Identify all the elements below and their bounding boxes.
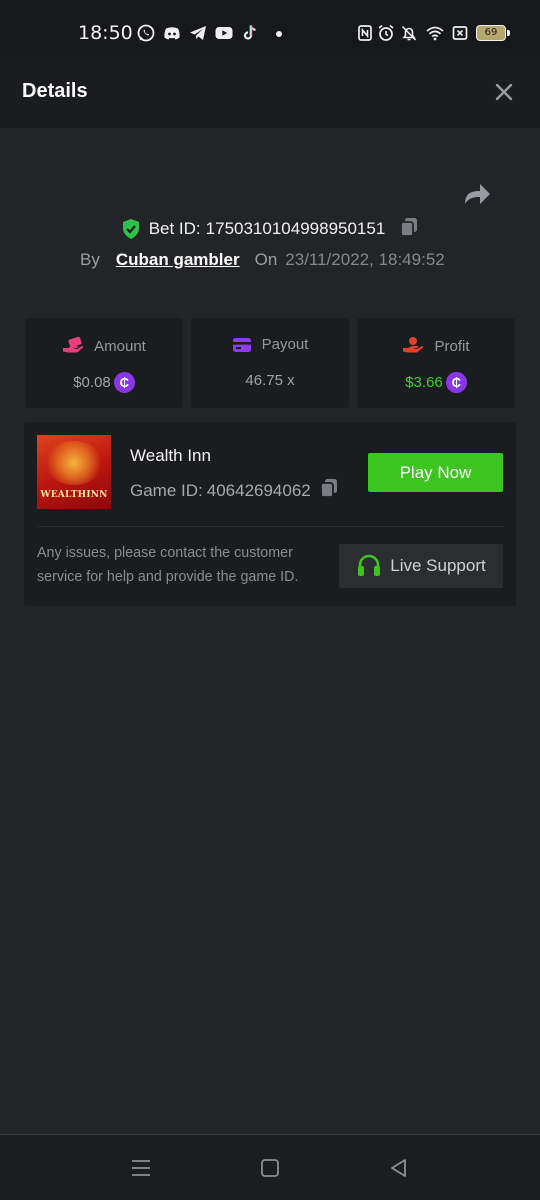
divider bbox=[37, 526, 503, 527]
by-label: By bbox=[80, 250, 100, 269]
hand-coins-icon bbox=[403, 337, 424, 353]
discord-icon bbox=[161, 22, 183, 44]
status-bar: 18:50 69 bbox=[0, 0, 540, 56]
headset-icon bbox=[358, 554, 381, 576]
status-time: 18:50 bbox=[78, 22, 133, 44]
game-thumbnail-logo: WEALTHINN bbox=[40, 490, 108, 500]
home-button[interactable] bbox=[257, 1155, 283, 1181]
telegram-icon bbox=[187, 22, 209, 44]
live-support-label: Live Support bbox=[390, 556, 486, 575]
payout-label: Payout bbox=[261, 336, 309, 353]
bet-id-row: Bet ID: 1750310104998950151 bbox=[0, 216, 540, 242]
game-panel: WEALTHINN Wealth Inn Game ID: 4064269406… bbox=[24, 422, 516, 606]
game-name: Wealth Inn bbox=[130, 446, 211, 465]
live-support-button[interactable]: Live Support bbox=[339, 544, 503, 588]
game-id-value: 40642694062 bbox=[206, 480, 311, 500]
bet-id-value: 1750310104998950151 bbox=[205, 219, 386, 238]
game-id-row: Game ID: 40642694062 bbox=[130, 477, 339, 504]
payout-card: Payout 46.75 x bbox=[191, 318, 349, 408]
share-icon bbox=[465, 184, 490, 204]
bet-date: 23/11/2022, 18:49:52 bbox=[285, 250, 445, 269]
verified-shield-icon bbox=[122, 219, 139, 239]
alarm-icon bbox=[375, 22, 397, 44]
profit-card: Profit $3.66 ₵ bbox=[357, 318, 515, 408]
amount-label: Amount bbox=[94, 337, 146, 355]
copy-game-id-button[interactable] bbox=[319, 477, 339, 504]
mute-icon bbox=[398, 22, 420, 44]
amount-value: $0.08 bbox=[73, 374, 111, 391]
youtube-icon bbox=[213, 22, 235, 44]
currency-coin-icon: ₵ bbox=[113, 372, 135, 393]
card-icon bbox=[232, 337, 251, 352]
username-link[interactable]: Cuban gambler bbox=[116, 250, 240, 270]
system-nav-bar bbox=[0, 1134, 540, 1200]
home-square-icon bbox=[261, 1159, 279, 1177]
nfc-icon bbox=[354, 22, 376, 44]
tiktok-icon bbox=[239, 22, 261, 44]
back-button[interactable] bbox=[386, 1155, 412, 1181]
details-header: Details bbox=[0, 56, 540, 128]
menu-icon bbox=[132, 1160, 150, 1176]
copy-bet-id-button[interactable] bbox=[399, 216, 419, 243]
wifi-icon bbox=[424, 22, 446, 44]
bet-meta-row: By Cuban gambler On 23/11/2022, 18:49:52 bbox=[80, 250, 445, 270]
on-label: On bbox=[254, 250, 278, 269]
back-triangle-icon bbox=[391, 1159, 406, 1177]
support-info-text: Any issues, please contact the customer … bbox=[37, 545, 299, 585]
bet-id-label: Bet ID: bbox=[148, 219, 201, 238]
currency-coin-icon: ₵ bbox=[445, 372, 467, 393]
copy-icon bbox=[400, 217, 418, 237]
page-title: Details bbox=[22, 80, 88, 102]
close-button[interactable] bbox=[490, 78, 518, 106]
whatsapp-icon bbox=[135, 22, 157, 44]
play-now-button[interactable]: Play Now bbox=[368, 453, 503, 492]
profit-value: $3.66 bbox=[405, 374, 443, 391]
battery-indicator: 69 bbox=[476, 25, 510, 41]
game-id-label: Game ID: bbox=[130, 480, 203, 500]
amount-card: Amount $0.08 ₵ bbox=[25, 318, 183, 408]
share-button[interactable] bbox=[460, 178, 492, 208]
no-sim-icon bbox=[449, 22, 471, 44]
recents-button[interactable] bbox=[128, 1155, 154, 1181]
profit-label: Profit bbox=[434, 337, 470, 355]
payout-value: 46.75 x bbox=[245, 372, 295, 389]
game-thumbnail[interactable]: WEALTHINN bbox=[37, 435, 111, 509]
hand-money-icon bbox=[63, 336, 84, 353]
close-icon bbox=[495, 83, 513, 101]
copy-icon bbox=[319, 479, 337, 498]
dot-icon bbox=[268, 22, 290, 44]
